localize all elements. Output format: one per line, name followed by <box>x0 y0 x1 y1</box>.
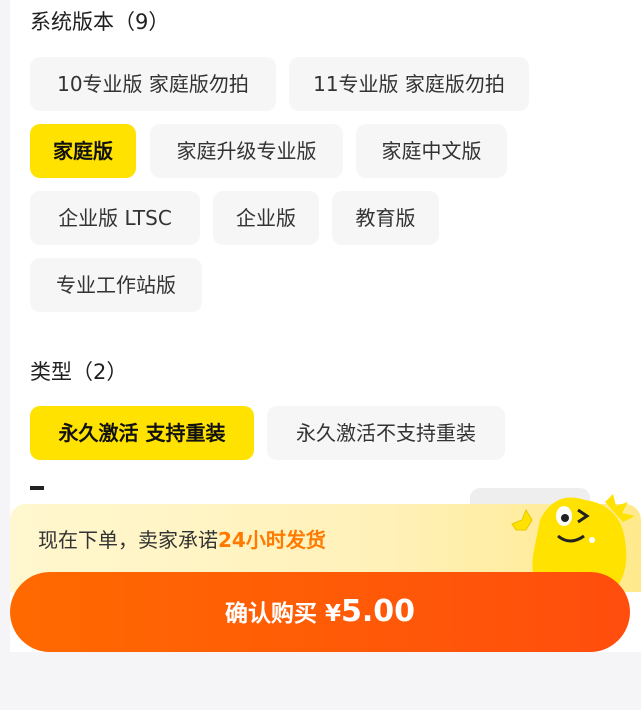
promo-text: 现在下单，卖家承诺24小时发货 <box>38 524 326 553</box>
confirm-price: 5.00 <box>341 594 416 629</box>
confirm-currency: ¥ <box>324 601 341 627</box>
option-version-home-chinese[interactable]: 家庭中文版 <box>356 124 507 178</box>
option-version-enterprise-ltsc[interactable]: 企业版 LTSC <box>30 191 200 245</box>
promo-text-highlight: 24小时发货 <box>218 528 326 552</box>
promo-text-prefix: 现在下单，卖家承诺 <box>38 528 218 552</box>
confirm-purchase-button[interactable]: 确认购买 ¥5.00 <box>10 572 630 652</box>
option-version-home-upgrade-pro[interactable]: 家庭升级专业版 <box>150 124 343 178</box>
option-version-pro-workstation[interactable]: 专业工作站版 <box>30 258 202 312</box>
version-section-title: 系统版本（9） <box>30 10 170 34</box>
option-version-11-pro[interactable]: 11专业版 家庭版勿拍 <box>289 57 529 111</box>
next-section-fragment <box>30 486 44 490</box>
option-type-permanent-reinstall[interactable]: 永久激活 支持重装 <box>30 406 254 460</box>
option-version-home[interactable]: 家庭版 <box>30 124 136 178</box>
option-version-10-pro[interactable]: 10专业版 家庭版勿拍 <box>30 57 276 111</box>
type-section-title: 类型（2） <box>30 360 128 384</box>
option-type-permanent-no-reinstall[interactable]: 永久激活不支持重装 <box>267 406 505 460</box>
option-version-enterprise[interactable]: 企业版 <box>213 191 319 245</box>
confirm-label: 确认购买 <box>224 601 317 627</box>
bottom-safe-area <box>0 652 641 710</box>
option-version-education[interactable]: 教育版 <box>332 191 439 245</box>
